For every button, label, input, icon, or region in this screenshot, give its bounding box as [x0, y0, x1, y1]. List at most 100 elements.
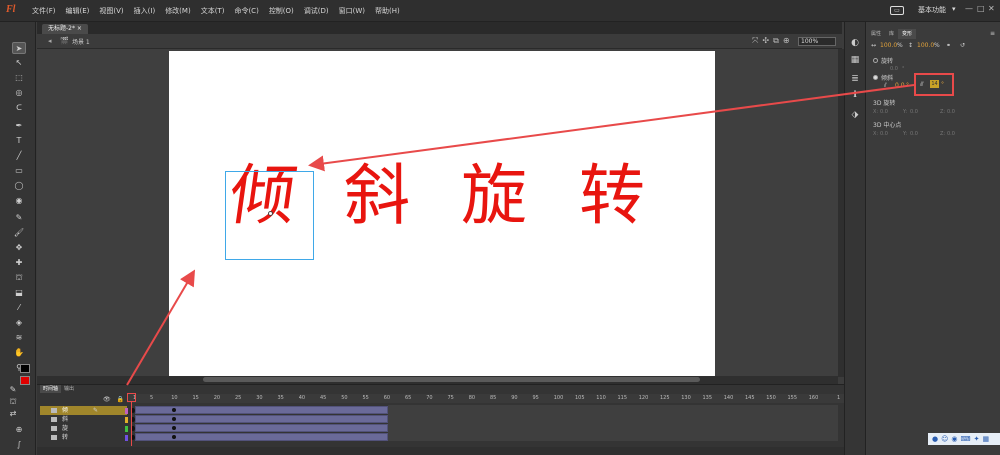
- 3d-rotation-tool-icon[interactable]: ◎: [12, 87, 26, 99]
- oval-tool-icon[interactable]: ◯: [12, 180, 26, 192]
- menu-edit[interactable]: 编辑(E): [61, 6, 95, 16]
- stroke-color-pencil-icon[interactable]: ✎: [6, 384, 20, 396]
- hand-tool-icon[interactable]: ✋: [12, 347, 26, 359]
- fill-color-swatch[interactable]: [20, 376, 30, 385]
- edit-layer-pencil-icon[interactable]: ✎: [93, 407, 98, 414]
- ime-icon[interactable]: ⌨: [961, 435, 971, 443]
- transform-point[interactable]: [268, 211, 273, 216]
- empty-frames-area[interactable]: [388, 405, 838, 441]
- eye-icon[interactable]: 👁: [103, 396, 111, 403]
- color-panel-icon[interactable]: ◐: [850, 38, 860, 48]
- tab-output[interactable]: 输出: [61, 385, 77, 393]
- ink-bottle-tool-icon[interactable]: ⬓: [12, 287, 26, 299]
- zoom-select[interactable]: 100%: [798, 37, 836, 46]
- skew-horizontal-value[interactable]: 0.0: [895, 82, 905, 89]
- 3d-rotation-y-value[interactable]: 0.0: [910, 109, 918, 115]
- menu-file[interactable]: 文件(F): [27, 6, 61, 16]
- keyframe[interactable]: [172, 435, 176, 439]
- 3d-rotation-z-value[interactable]: 0.0: [947, 109, 955, 115]
- menu-debug[interactable]: 调试(D): [299, 6, 334, 16]
- smooth-icon[interactable]: ∫: [12, 439, 26, 451]
- scene-name[interactable]: 场景 1: [72, 37, 90, 46]
- 3d-center-y-value[interactable]: 0.0: [910, 131, 918, 137]
- keyframe[interactable]: [172, 426, 176, 430]
- paint-bucket-tool-icon[interactable]: ⛫: [12, 272, 26, 284]
- stage-char-xie[interactable]: 斜: [344, 163, 410, 229]
- menu-commands[interactable]: 命令(C): [229, 6, 263, 16]
- tab-transform[interactable]: 变形: [898, 29, 917, 39]
- close-icon[interactable]: ✕: [988, 4, 995, 13]
- rotate-value[interactable]: 0.0: [890, 66, 898, 72]
- stage-char-zhuan[interactable]: 转: [579, 163, 645, 229]
- ime-icon[interactable]: ☺: [941, 435, 948, 443]
- lasso-tool-icon[interactable]: ᑕ: [12, 102, 26, 114]
- lock-icon[interactable]: 🔒: [117, 396, 124, 403]
- stage-align-icon[interactable]: ⤧: [752, 36, 758, 46]
- menu-help[interactable]: 帮助(H): [370, 6, 405, 16]
- document-tab[interactable]: 无标题-2* ×: [42, 24, 88, 34]
- minimize-icon[interactable]: —: [965, 4, 973, 13]
- 3d-center-x-value[interactable]: 0.0: [880, 131, 888, 137]
- layer-color-xuan[interactable]: [125, 426, 128, 432]
- 3d-rotation-x-value[interactable]: 0.0: [880, 109, 888, 115]
- menu-modify[interactable]: 修改(M): [160, 6, 196, 16]
- keyframe[interactable]: [172, 408, 176, 412]
- ime-icon[interactable]: ◉: [951, 435, 957, 443]
- text-tool-icon[interactable]: T: [12, 135, 26, 147]
- back-arrow-icon[interactable]: ◂: [48, 37, 52, 45]
- fill-color-bucket-icon[interactable]: ⛫: [6, 396, 20, 408]
- tab-properties[interactable]: 属性: [867, 29, 885, 39]
- width-tool-icon[interactable]: ≋: [12, 332, 26, 344]
- menu-window[interactable]: 窗口(W): [334, 6, 370, 16]
- tab-timeline[interactable]: 时间轴: [40, 385, 62, 393]
- snap-to-objects-icon[interactable]: ⊕: [12, 424, 26, 436]
- width-scale-value[interactable]: 100.0: [880, 42, 897, 49]
- ime-icon[interactable]: ▦: [983, 435, 990, 443]
- eyedropper-tool-icon[interactable]: ⁄: [12, 302, 26, 314]
- height-scale-value[interactable]: 100.0: [917, 42, 934, 49]
- eraser-tool-icon[interactable]: ◈: [12, 317, 26, 329]
- rotate-radio[interactable]: [873, 58, 878, 63]
- playhead[interactable]: [127, 393, 136, 402]
- workspace-switch-icon[interactable]: ▭: [890, 6, 904, 15]
- line-tool-icon[interactable]: ╱: [12, 150, 26, 162]
- menu-insert[interactable]: 插入(I): [129, 6, 161, 16]
- layer-color-qing[interactable]: [125, 408, 128, 414]
- menu-control[interactable]: 控制(O): [264, 6, 299, 16]
- constrain-link-icon[interactable]: ⚭: [946, 42, 951, 49]
- transform-panel-icon[interactable]: ⬗: [850, 110, 860, 120]
- polystar-tool-icon[interactable]: ◉: [12, 195, 26, 207]
- maximize-icon[interactable]: □: [977, 4, 985, 13]
- horizontal-scroll-thumb[interactable]: [203, 377, 700, 382]
- rectangle-tool-icon[interactable]: ▭: [12, 165, 26, 177]
- pen-tool-icon[interactable]: ✒: [12, 120, 26, 132]
- free-transform-tool-icon[interactable]: ⬚: [12, 72, 26, 84]
- skew-radio[interactable]: [873, 75, 878, 80]
- info-panel-icon[interactable]: ℹ: [850, 90, 860, 100]
- reset-scale-icon[interactable]: ↺: [960, 42, 965, 49]
- panel-menu-icon[interactable]: ≡: [990, 30, 995, 37]
- menu-view[interactable]: 视图(V): [94, 6, 128, 16]
- align-panel-icon[interactable]: ≣: [850, 74, 860, 84]
- close-tab-icon[interactable]: ×: [77, 25, 82, 32]
- swatches-panel-icon[interactable]: ▦: [850, 55, 860, 65]
- brush-tool-icon[interactable]: 🖌: [12, 227, 26, 239]
- stage-char-xuan[interactable]: 旋: [461, 163, 527, 229]
- 3d-center-z-value[interactable]: 0.0: [947, 131, 955, 137]
- ime-icon[interactable]: ●: [932, 435, 938, 443]
- layer-color-zhuan[interactable]: [125, 435, 128, 441]
- keyframe[interactable]: [172, 417, 176, 421]
- pencil-tool-icon[interactable]: ✎: [12, 212, 26, 224]
- tab-library[interactable]: 库: [885, 29, 898, 39]
- center-stage-icon[interactable]: ⊕: [783, 36, 790, 46]
- layer-color-xie[interactable]: [125, 417, 128, 423]
- chevron-down-icon[interactable]: ▾: [952, 5, 956, 13]
- stroke-color-swatch[interactable]: [20, 364, 30, 373]
- edit-scene-icon[interactable]: ⧉: [773, 36, 779, 46]
- workspace-selector[interactable]: 基本功能: [918, 5, 946, 15]
- bone-tool-icon[interactable]: ✚: [12, 257, 26, 269]
- swap-colors-icon[interactable]: ⇄: [6, 408, 20, 420]
- menu-text[interactable]: 文本(T): [196, 6, 230, 16]
- subselection-tool-icon[interactable]: ↖: [12, 57, 26, 69]
- ime-icon[interactable]: ✦: [974, 435, 980, 443]
